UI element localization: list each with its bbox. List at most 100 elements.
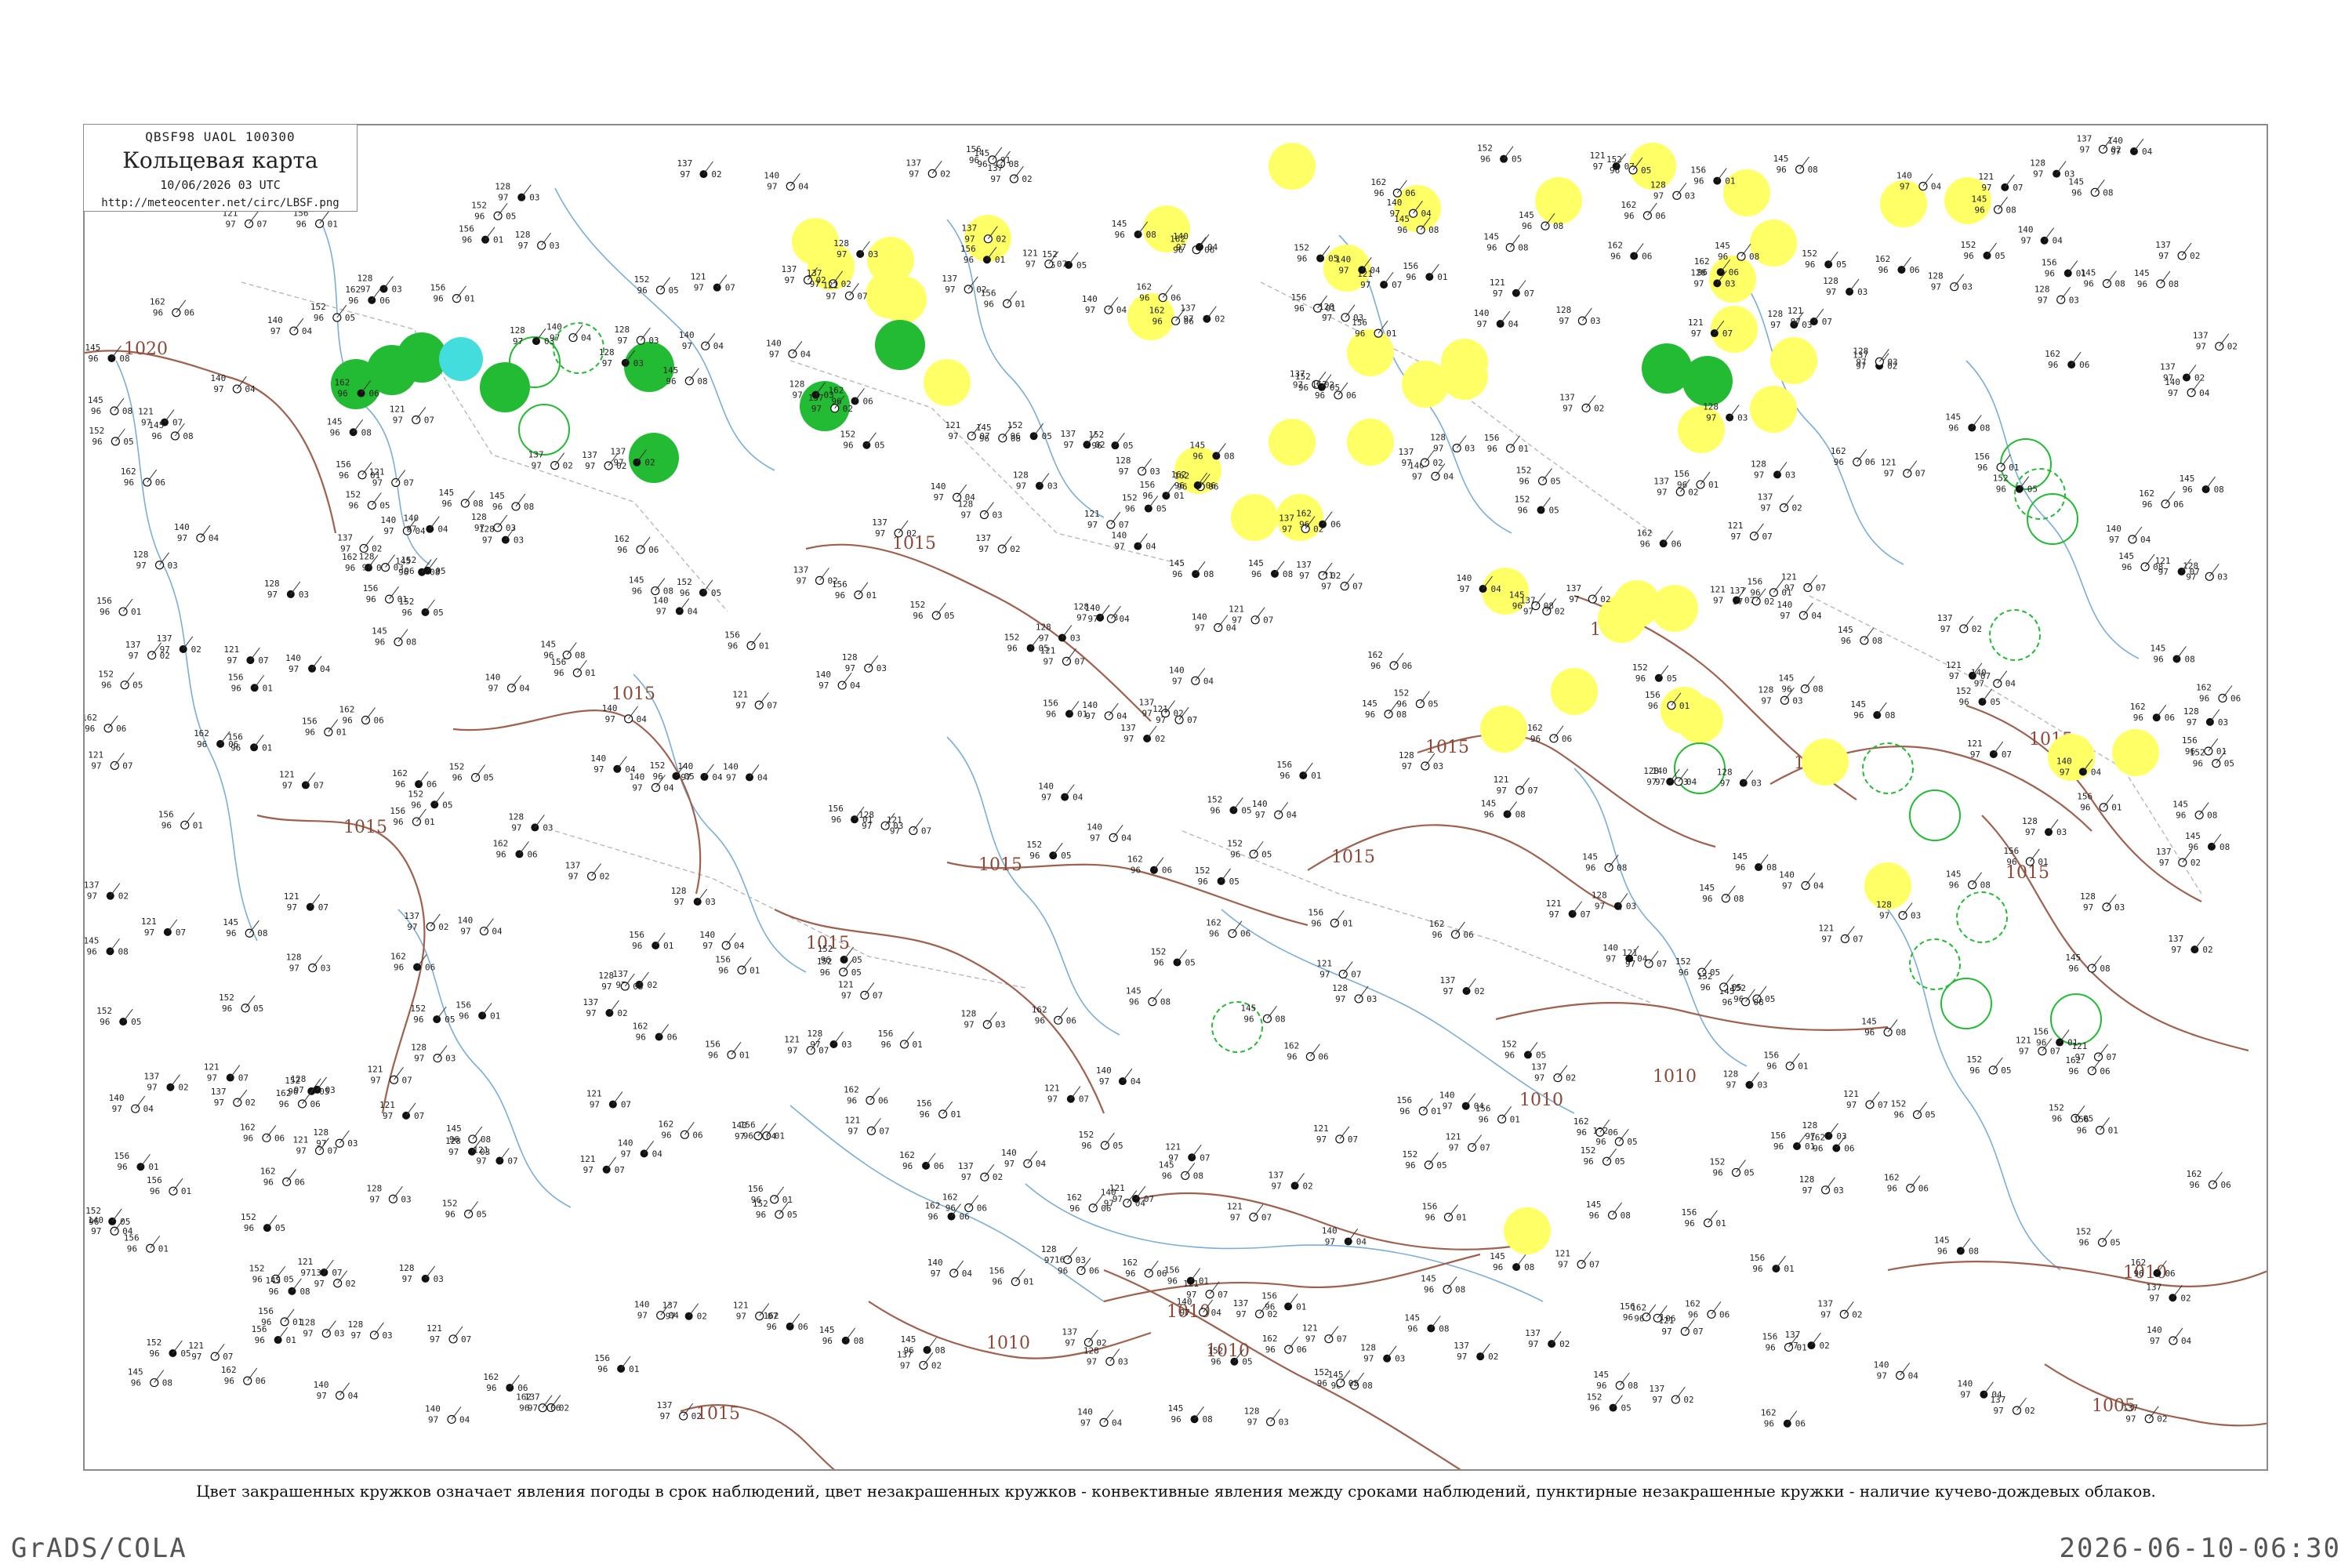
- green-phenomenon-9: [1682, 356, 1733, 406]
- station-value: 05: [1330, 383, 1340, 393]
- station-value: 121: [1229, 604, 1244, 615]
- station-value: 96: [1487, 444, 1497, 454]
- station-value: 06: [1405, 188, 1415, 198]
- station-value: 96: [2188, 842, 2198, 852]
- station-value: 162: [2130, 702, 2146, 712]
- station-value: 96: [2068, 964, 2078, 974]
- station-value: 156: [916, 1098, 932, 1109]
- station-dot: [1380, 281, 1388, 289]
- station-value: 128: [1555, 305, 1571, 315]
- station-value: 02: [841, 279, 851, 289]
- station-value: 02: [940, 169, 950, 179]
- station-value: 97: [393, 415, 403, 425]
- station-value: 06: [1206, 481, 1216, 491]
- station-marker: [979, 510, 989, 520]
- station-value: 152: [471, 200, 487, 210]
- station-value: 97: [1497, 786, 1507, 796]
- station-value: 05: [1112, 1141, 1123, 1151]
- station-value: 96: [1374, 188, 1384, 198]
- station-dot: [2063, 269, 2072, 278]
- station-value: 96: [519, 1403, 529, 1414]
- station-value: 140: [485, 673, 500, 683]
- station-value: 96: [2153, 654, 2163, 664]
- station-value: 128: [789, 379, 804, 390]
- station-value: 02: [1819, 1341, 1829, 1351]
- station-value: 96: [554, 668, 564, 678]
- station-value: 145: [2080, 268, 2096, 278]
- station-value: 05: [1732, 982, 1742, 993]
- station-value: 96: [1493, 1262, 1503, 1272]
- station-dot: [250, 743, 259, 752]
- station-value: 96: [913, 611, 923, 621]
- station-value: 137: [1531, 1062, 1547, 1073]
- station-value: 140: [677, 761, 693, 771]
- station-value: 96: [224, 1376, 234, 1386]
- station-value: 08: [2169, 279, 2179, 289]
- station-value: 05: [123, 437, 133, 447]
- station-value: 02: [697, 1312, 707, 1322]
- station-value: 97: [383, 1111, 393, 1121]
- station-value: 96: [1853, 710, 1864, 720]
- station-value: 145: [1715, 241, 1730, 251]
- station-value: 97: [289, 964, 299, 974]
- map-title: Кольцевая карта: [122, 147, 318, 173]
- station-value: 03: [401, 1194, 411, 1204]
- yellow-phenomenon-22: [1441, 353, 1488, 400]
- station-marker: [110, 760, 119, 771]
- green-open-circle-14: [2027, 493, 2078, 545]
- station-value: 01: [585, 668, 595, 678]
- station-value: 97: [1877, 1370, 1887, 1381]
- station-value: 152: [1004, 633, 1020, 643]
- station-value: 145: [85, 343, 100, 353]
- station-dot: [633, 458, 641, 466]
- station-value: 01: [1708, 480, 1719, 490]
- station-value: 96: [2137, 279, 2147, 289]
- station-value: 97: [340, 543, 350, 554]
- map-url[interactable]: http://meteocenter.net/circ/LBSF.png: [84, 197, 357, 209]
- station-value: 97: [2149, 1293, 2159, 1303]
- station-value: 97: [1316, 1134, 1327, 1145]
- station-value: 145: [1593, 1370, 1609, 1380]
- station-value: 03: [1118, 1356, 1128, 1367]
- station-value: 07: [1348, 1134, 1358, 1145]
- station-value: 96: [1610, 165, 1620, 176]
- station-value: 03: [1070, 633, 1080, 643]
- station-value: 96: [1640, 539, 1650, 549]
- station-value: 137: [662, 1301, 678, 1311]
- station-value: 04: [1203, 676, 1214, 686]
- station-value: 140: [546, 322, 562, 332]
- station-value: 02: [691, 1411, 702, 1421]
- station-value: 97: [2025, 827, 2035, 837]
- station-value: 97: [1782, 881, 1792, 891]
- station-value: 05: [1995, 251, 2005, 261]
- station-value: 96: [2077, 1126, 2087, 1136]
- coastline-6: [1965, 360, 2140, 659]
- station-value: 121: [1313, 1123, 1329, 1134]
- station-value: 04: [2142, 147, 2153, 157]
- station-value: 96: [1702, 894, 1712, 904]
- station-value: 96: [1029, 851, 1040, 861]
- station-value: 140: [174, 522, 190, 532]
- station-value: 152: [96, 1006, 112, 1016]
- station-value: 140: [267, 315, 283, 325]
- station-value: 96: [1781, 684, 1791, 695]
- station-value: 01: [1342, 918, 1352, 928]
- station-value: 04: [798, 181, 809, 191]
- station-value: 145: [1240, 1003, 1256, 1013]
- station-value: 96: [1887, 1184, 1897, 1194]
- station-value: 08: [2214, 485, 2224, 495]
- station-value: 140: [927, 1258, 943, 1268]
- station-value: 145: [446, 1123, 462, 1134]
- yellow-phenomenon-26: [1651, 585, 1698, 632]
- station-value: 121: [1546, 898, 1562, 909]
- station-value: 01: [131, 607, 141, 617]
- station-value: 145: [1945, 412, 1961, 422]
- station-value: 156: [715, 954, 731, 964]
- station-marker: [1653, 1313, 1662, 1323]
- station-value: 04: [1112, 1417, 1123, 1428]
- station-value: 07: [1762, 532, 1772, 542]
- station-value: 01: [158, 1243, 169, 1254]
- station-value: 152: [146, 1338, 162, 1348]
- station-value: 96: [2122, 562, 2132, 572]
- station-value: 145: [2065, 953, 2081, 963]
